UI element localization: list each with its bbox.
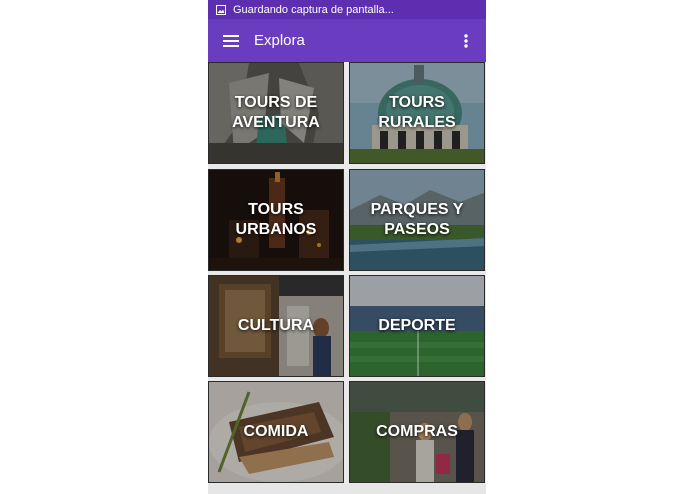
category-label: CULTURA [237, 317, 315, 334]
category-tile-deporte[interactable]: DEPORTE [349, 275, 485, 377]
category-label: TOURS URBANOS [235, 201, 317, 238]
status-bar: Guardando captura de pantalla... [208, 0, 486, 19]
page-title: Explora [254, 32, 305, 49]
category-label: TOURS RURALES [378, 94, 456, 131]
app-bar: Explora [208, 19, 486, 62]
category-label: COMIDA [243, 423, 309, 440]
category-tile-tours-rurales[interactable]: TOURS RURALES [349, 62, 485, 164]
category-tile-parques-paseos[interactable]: PARQUES Y PASEOS [349, 169, 485, 271]
category-label: PARQUES Y PASEOS [370, 201, 464, 238]
status-notification-text: Guardando captura de pantalla... [233, 3, 394, 16]
category-tile-compras[interactable]: COMPRAS [349, 381, 485, 483]
category-label: DEPORTE [378, 317, 456, 334]
bottom-strip [208, 484, 486, 494]
image-icon [216, 4, 226, 15]
category-tile-comida[interactable]: COMIDA [208, 381, 344, 483]
category-label: TOURS DE AVENTURA [232, 94, 320, 131]
category-tile-tours-aventura[interactable]: TOURS DE AVENTURA [208, 62, 344, 164]
more-vertical-icon[interactable] [456, 29, 476, 53]
category-label: COMPRAS [376, 423, 458, 440]
hamburger-menu-icon[interactable] [221, 31, 241, 51]
category-tile-tours-urbanos[interactable]: TOURS URBANOS [208, 169, 344, 271]
category-tile-cultura[interactable]: CULTURA [208, 275, 344, 377]
phone-screen: Guardando captura de pantalla... Explora [208, 0, 486, 494]
